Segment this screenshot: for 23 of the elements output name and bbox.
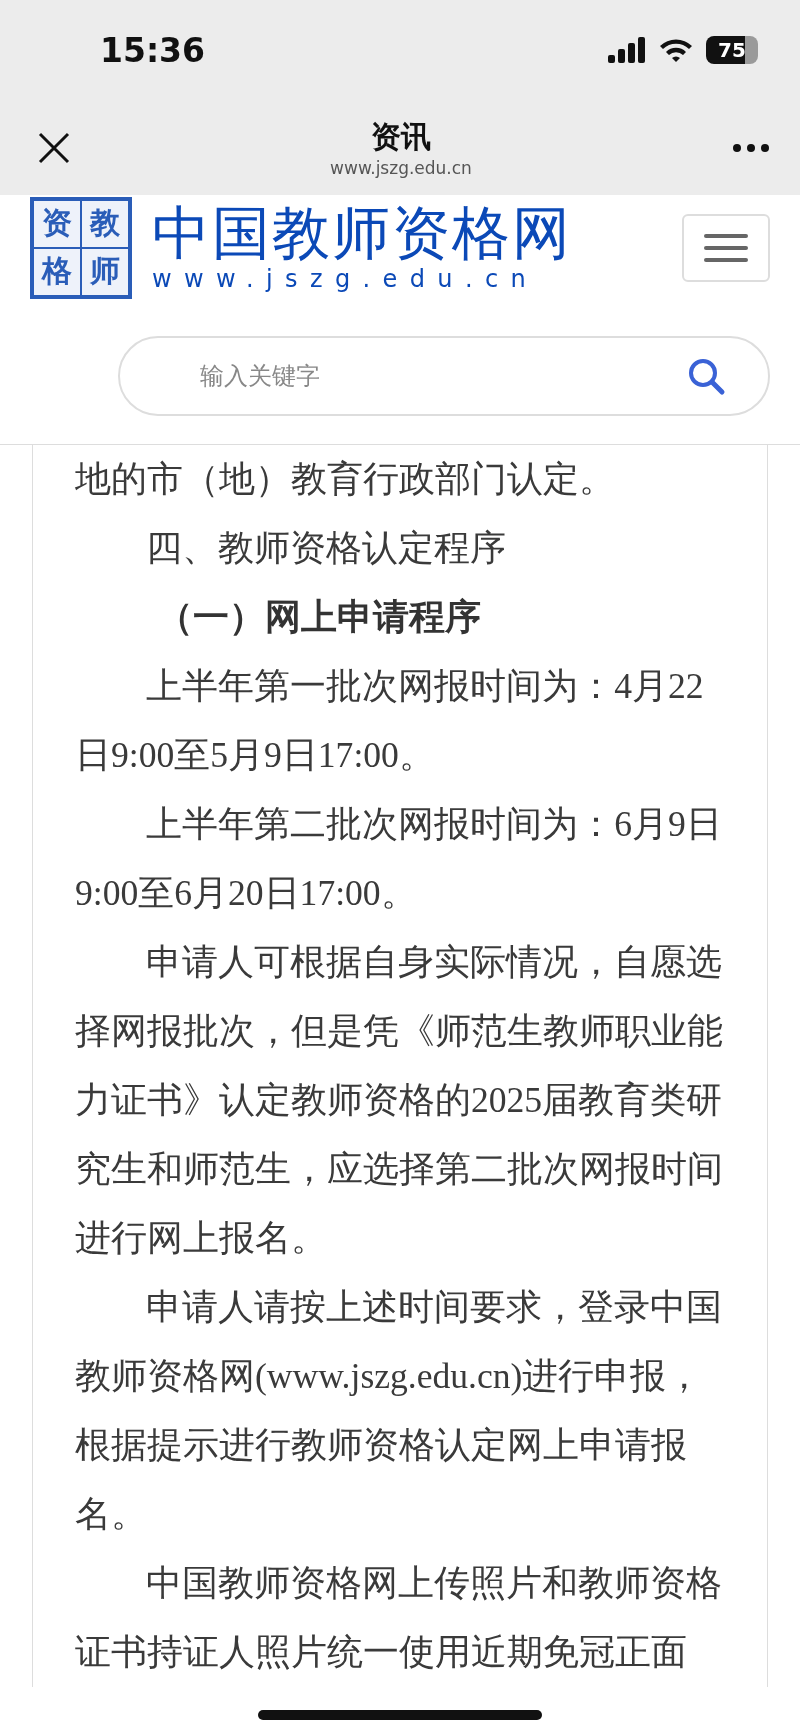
menu-button[interactable] [682, 213, 770, 282]
page-url: www.jszg.edu.cn [330, 158, 472, 178]
article-paragraph: 上半年第一批次网报时间为：4月22日9:00至5月9日17:00。 [75, 665, 705, 777]
close-icon[interactable] [38, 131, 70, 164]
logo-seal: 资 教 格 师 [30, 196, 132, 299]
search-icon[interactable] [686, 356, 726, 396]
signal-icon [608, 37, 646, 63]
article-paragraph: 申请人请按上述时间要求，登录中国教师资格网(www.jszg.edu.cn)进行申报，根据提示进行教师资格认定网上申请报名。 [75, 1286, 724, 1536]
article-paragraph: 中国教师资格网上传照片和教师资格证书持证人照片统一使用近期免冠正面 [75, 1562, 724, 1674]
article-paragraph: 四、教师资格认定程序 [145, 527, 508, 570]
more-icon[interactable] [732, 142, 770, 153]
page-title: 资讯 [371, 118, 431, 156]
article-paragraph: 申请人可根据自身实际情况，自愿选择网报批次，但是凭《师范生教师职业能力证书》认定教师资格的2025届教育类研究生和师范生，应选择第二批次网报时间进行网上报名。 [75, 941, 724, 1260]
site-name: 中国教师资格网 [152, 201, 572, 266]
article-paragraph: 上半年第二批次网报时间为：6月9日9:00至6月20日17:00。 [75, 803, 723, 915]
search-field[interactable]: 输入关键字 [118, 336, 770, 416]
menu-icon [704, 232, 748, 263]
site-url: www.jszg.edu.cn [152, 265, 540, 294]
battery-indicator: 75 [706, 36, 758, 64]
article-paragraph: 地的市（地）教育行政部门认定。 [75, 458, 616, 501]
section-heading: （一）网上申请程序 [155, 596, 482, 639]
status-time: 15:36 [100, 30, 206, 70]
wifi-icon [658, 37, 694, 63]
